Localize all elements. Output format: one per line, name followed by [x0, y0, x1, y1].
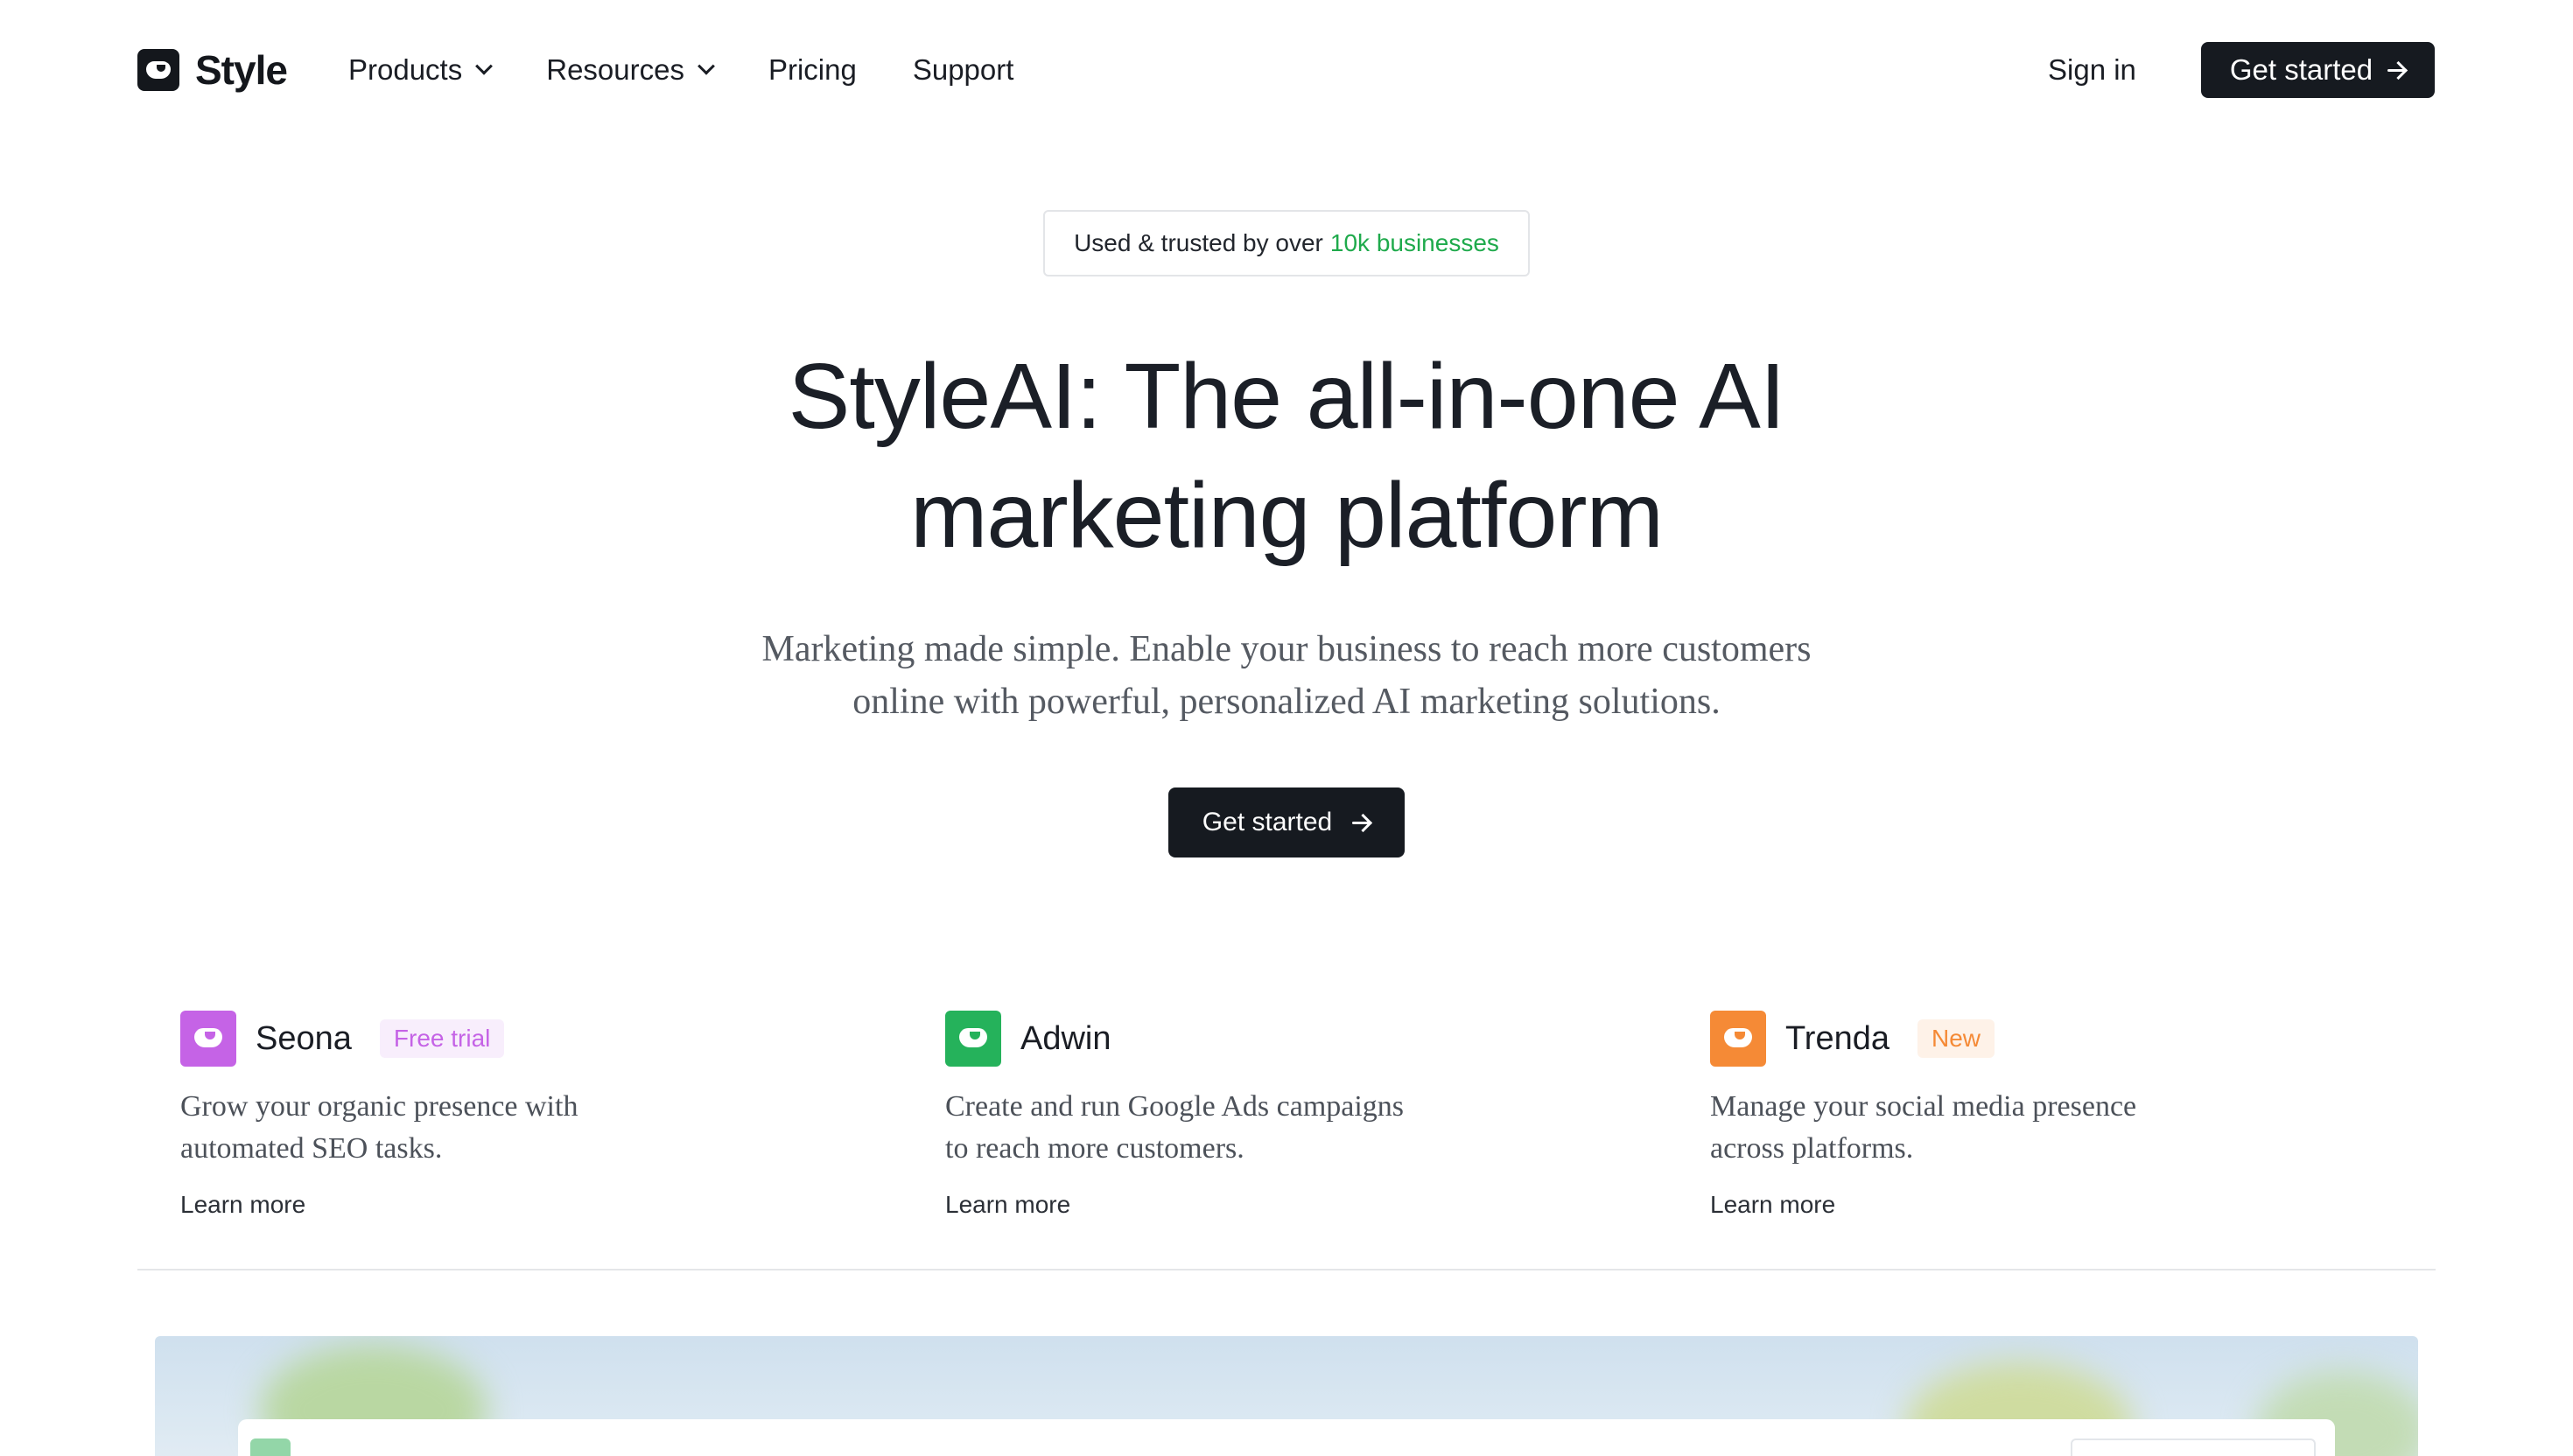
- section-divider: [137, 1269, 2436, 1270]
- nav-item-support[interactable]: Support: [913, 53, 1014, 87]
- product-description: Create and run Google Ads campaigns to r…: [945, 1086, 1435, 1170]
- learn-more-link[interactable]: Learn more: [945, 1191, 1505, 1219]
- product-name: Trenda: [1785, 1019, 1889, 1057]
- nav-item-label: Pricing: [768, 53, 857, 86]
- nav-item-pricing[interactable]: Pricing: [768, 53, 857, 87]
- nav-item-label: Products: [348, 53, 463, 86]
- adwin-logo-icon: [250, 1438, 291, 1456]
- hero-title-line: marketing platform: [910, 464, 1664, 567]
- arrow-right-icon: [2387, 60, 2406, 80]
- product-description: Manage your social media presence across…: [1710, 1086, 2200, 1170]
- get-started-button[interactable]: Get started: [2201, 42, 2435, 98]
- style-logo-icon: [137, 49, 179, 91]
- hero-title: StyleAI: The all-in-one AI marketing pla…: [543, 337, 2030, 575]
- product-description-line: automated SEO tasks.: [180, 1132, 443, 1165]
- trust-badge-text: Used & trusted by over: [1074, 229, 1323, 256]
- trust-badge: Used & trusted by over 10k businesses: [1043, 210, 1530, 276]
- learn-more-link[interactable]: Learn more: [1710, 1191, 2270, 1219]
- product-description-line: to reach more customers.: [945, 1132, 1244, 1165]
- product-description: Grow your organic presence with automate…: [180, 1086, 670, 1170]
- product-description-line: Create and run Google Ads campaigns: [945, 1090, 1405, 1123]
- hero-subtitle: Marketing made simple. Enable your busin…: [700, 623, 1873, 728]
- brand-name: Style: [195, 47, 288, 93]
- products-section: Seona Free trial Grow your organic prese…: [180, 1011, 2456, 1229]
- product-card-seona: Seona Free trial Grow your organic prese…: [180, 1011, 740, 1219]
- nav-item-resources[interactable]: Resources: [546, 53, 715, 87]
- get-started-label: Get started: [2229, 53, 2373, 86]
- nav-item-products[interactable]: Products: [348, 53, 494, 87]
- site-header: Style Products Resources Pricing Support…: [0, 0, 2573, 140]
- preview-input: [2071, 1438, 2316, 1456]
- product-tag: Free trial: [379, 1019, 505, 1058]
- trenda-logo-icon: [1710, 1011, 1766, 1067]
- learn-more-link[interactable]: Learn more: [180, 1191, 740, 1219]
- product-card-trenda: Trenda New Manage your social media pres…: [1710, 1011, 2270, 1219]
- sign-in-link[interactable]: Sign in: [2048, 49, 2136, 91]
- product-description-line: across platforms.: [1710, 1132, 1914, 1165]
- nav-item-label: Resources: [546, 53, 684, 86]
- preview-window: [238, 1419, 2335, 1456]
- hero-title-line: StyleAI: The all-in-one AI: [788, 345, 1786, 448]
- seona-logo-icon: [180, 1011, 236, 1067]
- adwin-logo-icon: [945, 1011, 1001, 1067]
- chevron-down-icon: [698, 57, 715, 75]
- chevron-down-icon: [475, 57, 494, 75]
- hero-subtitle-line: online with powerful, personalized AI ma…: [852, 682, 1721, 722]
- hero-get-started-button[interactable]: Get started: [1168, 788, 1405, 858]
- product-card-adwin: Adwin Create and run Google Ads campaign…: [945, 1011, 1505, 1219]
- main-nav: Products Resources Pricing Support: [348, 49, 1069, 91]
- product-description-line: Grow your organic presence with: [180, 1090, 578, 1123]
- nav-item-label: Support: [912, 53, 1014, 86]
- trust-badge-highlight: 10k businesses: [1329, 229, 1499, 256]
- arrow-right-icon: [1351, 813, 1371, 832]
- hero-get-started-label: Get started: [1202, 808, 1333, 836]
- product-name: Seona: [256, 1019, 352, 1057]
- product-tag: New: [1917, 1019, 1995, 1058]
- product-preview: [155, 1336, 2418, 1456]
- brand-logo[interactable]: Style: [137, 46, 288, 94]
- product-name: Adwin: [1020, 1019, 1111, 1057]
- product-description-line: Manage your social media presence: [1710, 1090, 2137, 1123]
- hero-subtitle-line: Marketing made simple. Enable your busin…: [761, 629, 1812, 669]
